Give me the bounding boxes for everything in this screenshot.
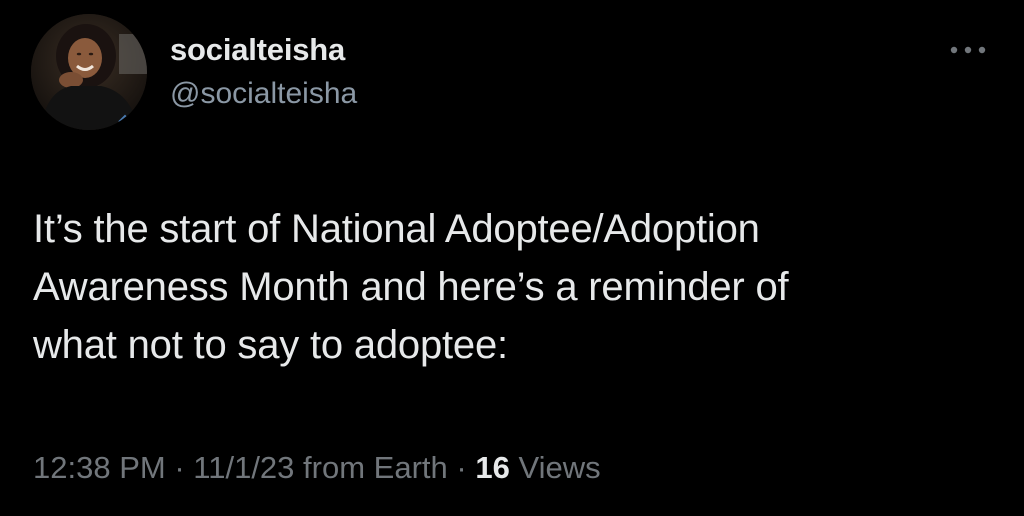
tweet-text-line: It’s the start of National Adoptee/Adopt…: [33, 207, 760, 251]
meta-separator: ·: [174, 450, 185, 485]
tweet-text-line: what not to say to adoptee:: [33, 323, 508, 367]
author-info: socialteisha @socialteisha: [170, 30, 357, 114]
views-label[interactable]: Views: [518, 450, 600, 485]
tweet-card: socialteisha @socialteisha It’s the star…: [0, 0, 1024, 516]
tweet-time[interactable]: 12:38 PM: [33, 450, 166, 485]
more-options-button[interactable]: [942, 36, 994, 64]
more-horizontal-icon: [950, 46, 986, 54]
tweet-text-line: Awareness Month and here’s a reminder of: [33, 265, 789, 309]
author-display-name[interactable]: socialteisha: [170, 30, 357, 70]
meta-separator: ·: [456, 450, 467, 485]
profile-photo-icon: [31, 14, 147, 130]
avatar[interactable]: [31, 14, 147, 130]
tweet-source: from Earth: [303, 450, 448, 485]
author-handle[interactable]: @socialteisha: [170, 74, 357, 114]
tweet-metadata: 12:38 PM · 11/1/23 from Earth · 16 Views: [33, 444, 601, 492]
tweet-date[interactable]: 11/1/23: [193, 450, 294, 485]
tweet-text: It’s the start of National Adoptee/Adopt…: [33, 200, 963, 374]
views-count[interactable]: 16: [475, 450, 509, 485]
